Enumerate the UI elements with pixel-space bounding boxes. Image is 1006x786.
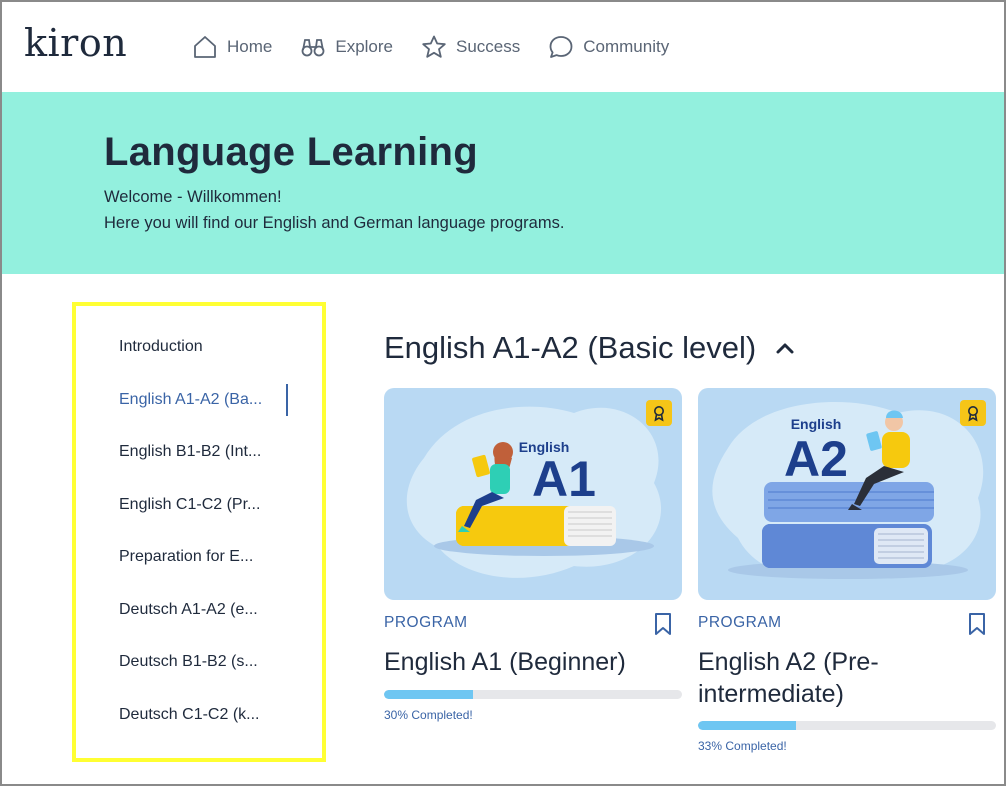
ribbon-award-icon bbox=[654, 406, 664, 422]
progress-text: 30% Completed! bbox=[384, 708, 473, 722]
card-title[interactable]: English A1 (Beginner) bbox=[384, 646, 682, 678]
nav-success-label: Success bbox=[456, 37, 521, 56]
progress-bar bbox=[384, 690, 682, 699]
sidebar-item-deutsch-c1-c2[interactable]: Deutsch C1-C2 (k... bbox=[119, 706, 309, 724]
bookmark-icon[interactable] bbox=[966, 612, 988, 636]
page-title: Language Learning bbox=[104, 130, 479, 174]
nav-explore[interactable]: Explore bbox=[300, 32, 393, 62]
english-a2-illustration-icon: English A2 bbox=[712, 402, 984, 579]
nav-explore-label: Explore bbox=[335, 37, 393, 56]
card-title[interactable]: English A2 (Pre-intermediate) bbox=[698, 646, 996, 710]
binoculars-icon bbox=[301, 39, 325, 57]
chat-bubble-icon bbox=[549, 36, 573, 58]
nav-community[interactable]: Community bbox=[548, 32, 669, 62]
program-card-image[interactable]: English A2 bbox=[698, 388, 996, 600]
sidebar-item-deutsch-b1-b2[interactable]: Deutsch B1-B2 (s... bbox=[119, 653, 309, 671]
card-art-level: A2 bbox=[784, 431, 848, 487]
sidebar-item-english-b1-b2[interactable]: English B1-B2 (Int... bbox=[119, 443, 309, 461]
progress-bar bbox=[698, 721, 996, 730]
sidebar-item-preparation[interactable]: Preparation for E... bbox=[119, 548, 309, 566]
chevron-up-icon[interactable] bbox=[772, 335, 798, 361]
card-art-word: English bbox=[791, 416, 842, 432]
top-header: kiron Home Explore Success Community bbox=[2, 2, 1004, 92]
card-art-level: A1 bbox=[532, 451, 596, 507]
section-heading: English A1-A2 (Basic level) bbox=[384, 330, 798, 366]
sidebar-item-english-c1-c2[interactable]: English C1-C2 (Pr... bbox=[119, 496, 309, 514]
main-nav: Home Explore Success Community bbox=[192, 32, 697, 62]
progress-fill bbox=[698, 721, 797, 730]
hero-banner: Language Learning Welcome - Willkommen! … bbox=[2, 92, 1004, 274]
sidebar-active-indicator bbox=[286, 384, 288, 416]
award-badge bbox=[960, 400, 986, 426]
hero-welcome-text: Welcome - Willkommen! bbox=[104, 188, 282, 206]
section-title-text: English A1-A2 (Basic level) bbox=[384, 330, 757, 365]
star-icon bbox=[422, 35, 446, 58]
english-a1-illustration-icon: English A1 bbox=[406, 406, 662, 578]
progress-text: 33% Completed! bbox=[698, 739, 787, 753]
home-icon bbox=[194, 36, 216, 58]
ribbon-award-icon bbox=[968, 406, 978, 422]
hero-description-text: Here you will find our English and Germa… bbox=[104, 214, 565, 232]
kiron-logo[interactable]: kiron bbox=[24, 24, 127, 62]
card-type-label: PROGRAM bbox=[384, 614, 468, 631]
sidebar-item-deutsch-a1-a2[interactable]: Deutsch A1-A2 (e... bbox=[119, 601, 309, 619]
section-sidebar: Introduction English A1-A2 (Ba... Englis… bbox=[72, 302, 326, 762]
program-card-image[interactable]: English A1 bbox=[384, 388, 682, 600]
nav-home-label: Home bbox=[227, 37, 273, 56]
progress-fill bbox=[384, 690, 474, 699]
award-badge bbox=[646, 400, 672, 426]
sidebar-item-introduction[interactable]: Introduction bbox=[119, 338, 309, 356]
nav-success[interactable]: Success bbox=[421, 32, 520, 62]
sidebar-item-english-a1-a2[interactable]: English A1-A2 (Ba... bbox=[119, 391, 309, 409]
program-card[interactable]: English A2 PROGRAM English A2 (Pre-inter… bbox=[698, 388, 996, 753]
app-frame: kiron Home Explore Success Community Lan… bbox=[0, 0, 1006, 786]
nav-community-label: Community bbox=[583, 37, 670, 56]
bookmark-icon[interactable] bbox=[652, 612, 674, 636]
card-type-label: PROGRAM bbox=[698, 614, 782, 631]
program-card[interactable]: English A1 PROGRAM English A1 (Beginner) bbox=[384, 388, 682, 722]
nav-home[interactable]: Home bbox=[192, 32, 272, 62]
